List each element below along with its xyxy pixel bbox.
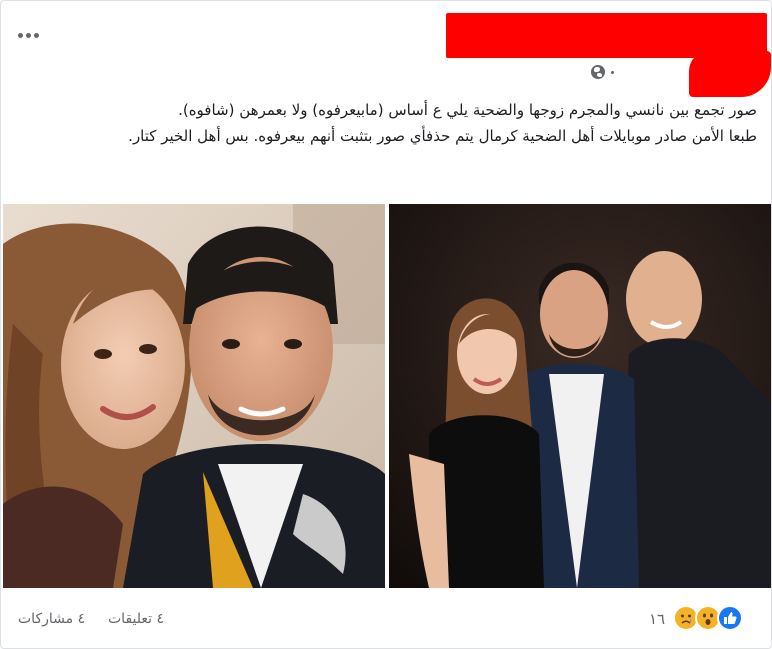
meta-separator-dot xyxy=(611,70,614,74)
comments-count-link[interactable]: ٤ تعليقات xyxy=(108,611,164,627)
shares-count-link[interactable]: ٤ مشاركات xyxy=(18,611,85,627)
post-footer: ٤ مشاركات ٤ تعليقات ١٦ xyxy=(1,601,772,637)
redacted-author-avatar xyxy=(689,51,771,97)
more-icon-dot xyxy=(33,32,39,38)
more-options-button[interactable] xyxy=(13,23,43,47)
reactions-summary[interactable] xyxy=(673,605,743,631)
post-photo-right[interactable] xyxy=(389,204,771,588)
more-horizontal-icon xyxy=(17,32,23,38)
post-text-line: صور تجمع بين نانسي والمجرم زوجها والضحية… xyxy=(178,101,757,119)
post-meta xyxy=(591,63,614,81)
reactions-count[interactable]: ١٦ xyxy=(649,610,665,628)
more-icon-dot xyxy=(25,32,31,38)
selfie-photo xyxy=(3,204,385,588)
globe-icon[interactable] xyxy=(591,65,605,79)
post-photo-left[interactable] xyxy=(3,204,385,588)
group-photo xyxy=(389,204,771,588)
post-body: صور تجمع بين نانسي والمجرم زوجها والضحية… xyxy=(12,97,757,149)
post-text-line: طبعا الأمن صادر موبايلات أهل الضحية كرما… xyxy=(128,127,757,145)
facebook-post: صور تجمع بين نانسي والمجرم زوجها والضحية… xyxy=(0,0,772,649)
like-icon xyxy=(717,605,743,631)
